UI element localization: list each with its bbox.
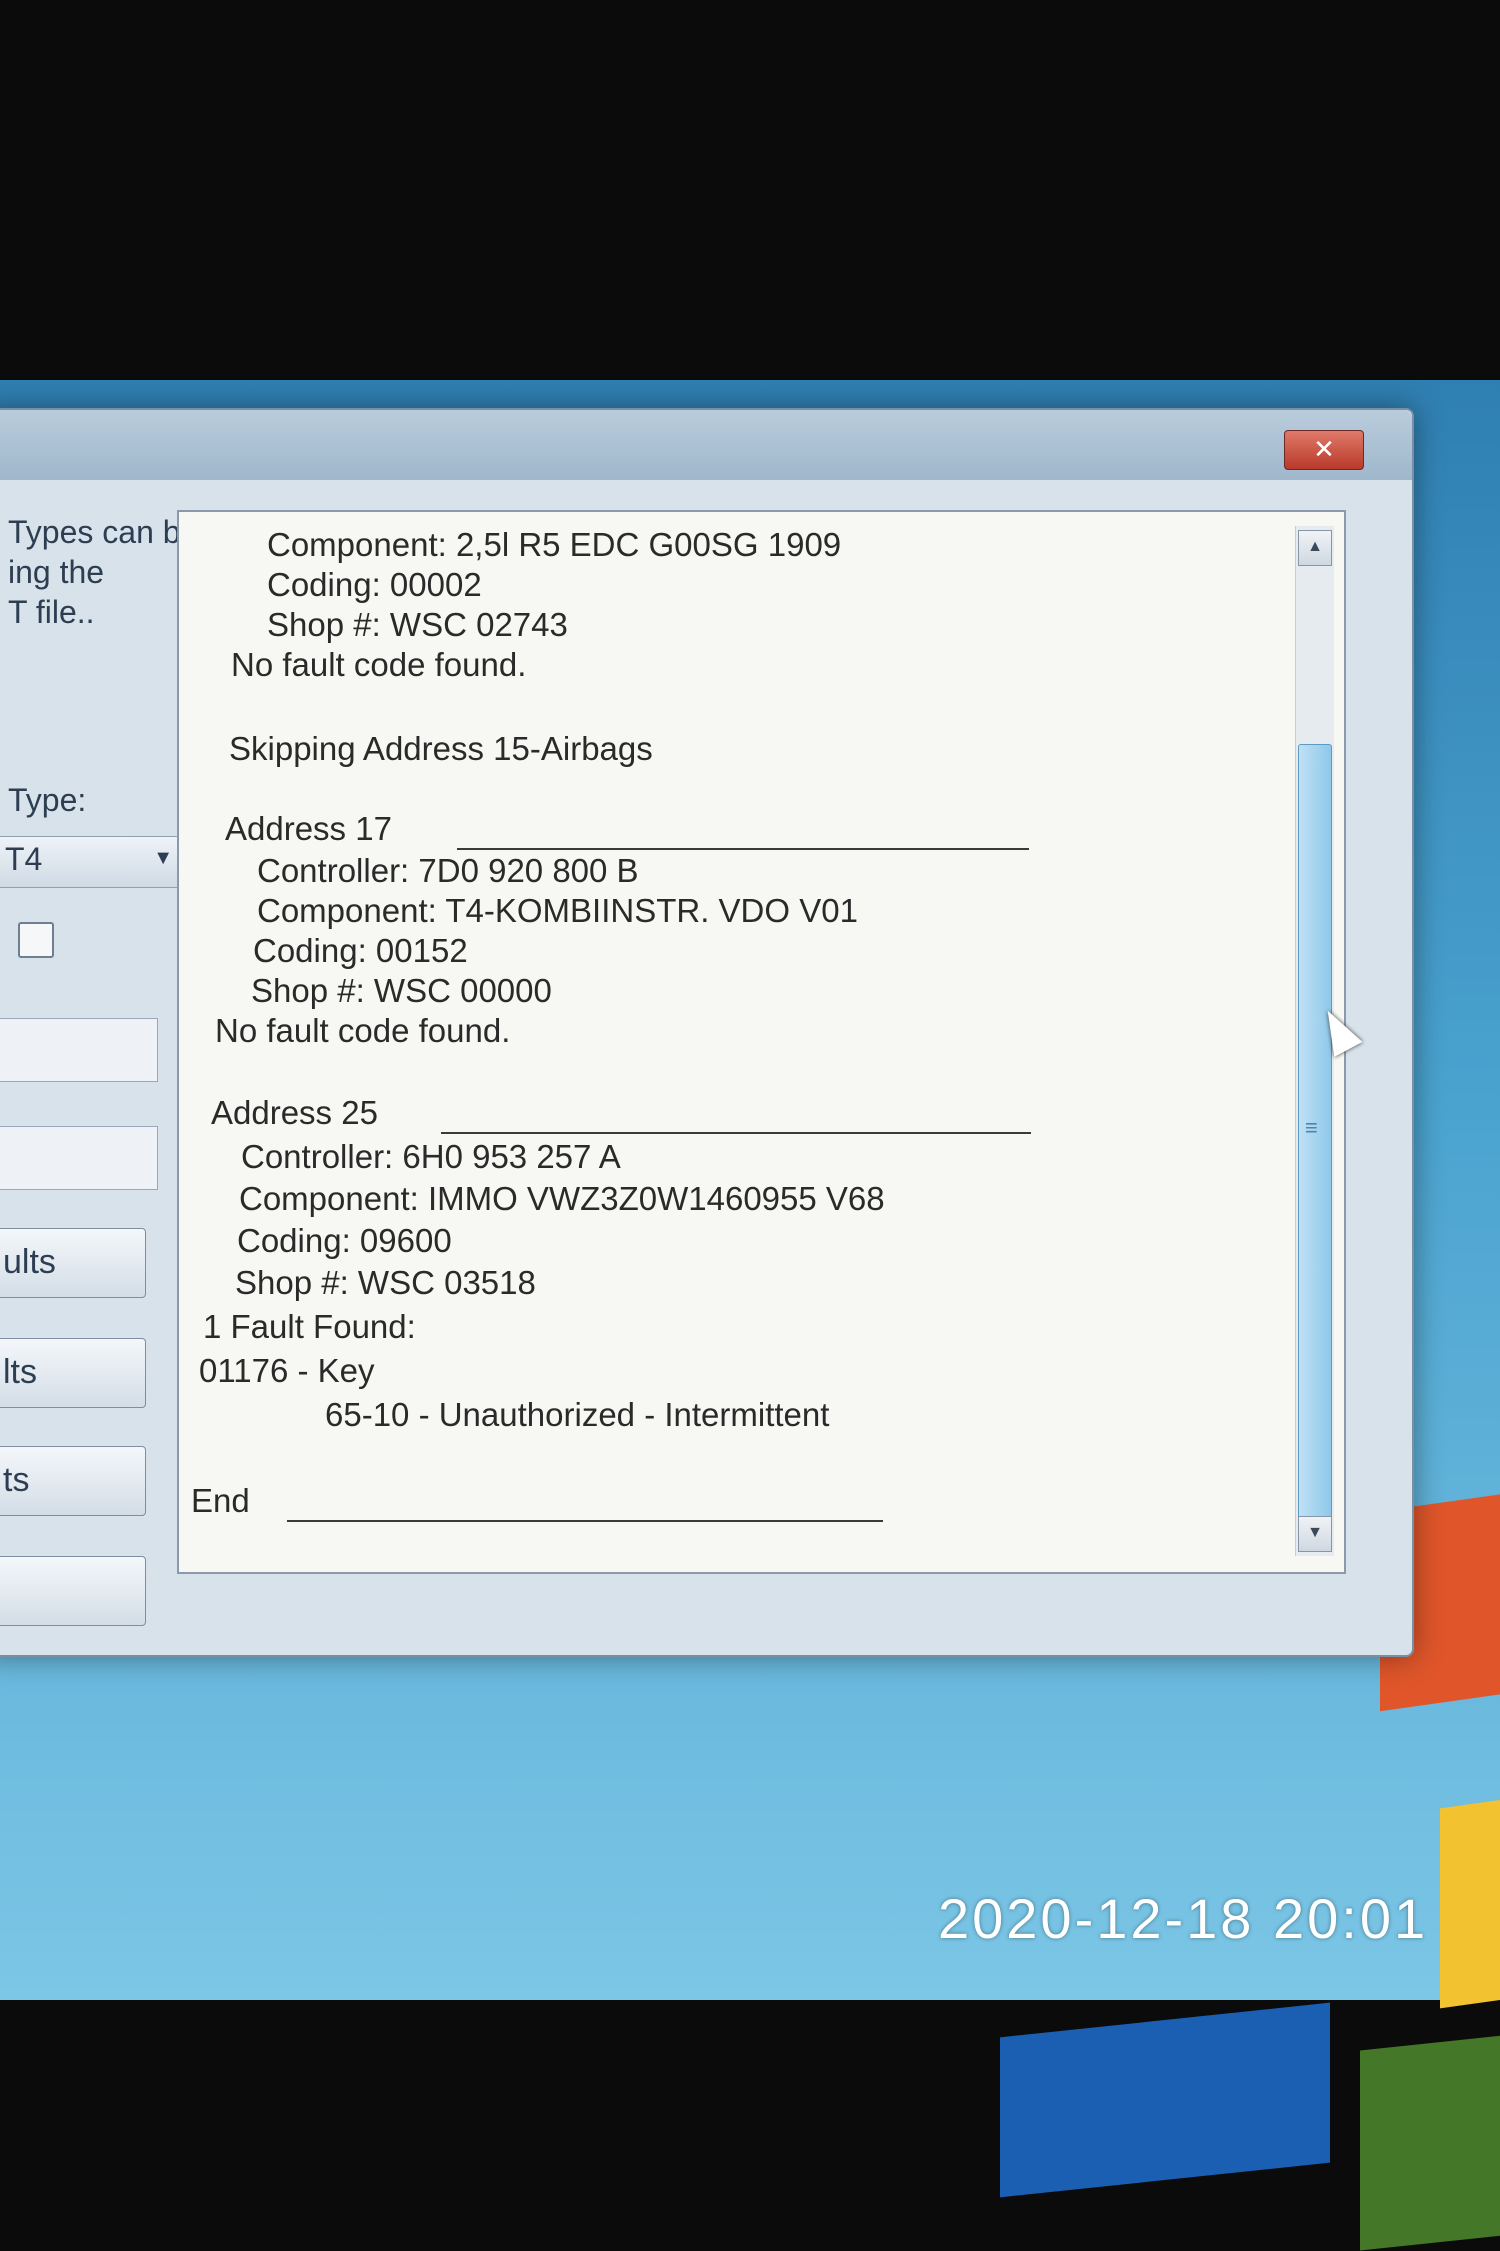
- scroll-grip-icon: ≡: [1305, 1115, 1318, 1140]
- log-line: Controller: 6H0 953 257 A: [241, 1138, 621, 1175]
- section-rule: [441, 1132, 1031, 1134]
- text-input-1[interactable]: [0, 1018, 158, 1082]
- log-line: Shop #: WSC 00000: [251, 972, 552, 1009]
- results-button-label: ts: [3, 1461, 30, 1499]
- log-line: Component: T4-KOMBIINSTR. VDO V01: [257, 892, 858, 929]
- type-select[interactable]: T4 ▼: [0, 836, 186, 888]
- description-line-3: T file..: [8, 594, 95, 630]
- scroll-up-icon: ▲: [1307, 538, 1323, 555]
- windows-logo-yellow: [1440, 1791, 1500, 2009]
- type-label: Type:: [8, 782, 87, 818]
- faults-button-2-label: lts: [3, 1353, 37, 1391]
- log-line: No fault code found.: [231, 646, 527, 683]
- faults-button-1[interactable]: ults: [0, 1228, 146, 1298]
- log-line: Shop #: WSC 02743: [267, 606, 568, 643]
- log-line: End: [191, 1482, 250, 1519]
- left-options-panel: Types can be ing the T file.. Type: T4 ▼…: [0, 492, 198, 1652]
- scroll-up-button[interactable]: ▲: [1298, 530, 1332, 566]
- close-button[interactable]: ✕: [1284, 430, 1364, 470]
- log-line: Coding: 00002: [267, 566, 482, 603]
- log-line: 1 Fault Found:: [203, 1308, 416, 1345]
- log-line: 65-10 - Unauthorized - Intermittent: [325, 1396, 830, 1433]
- log-line: Shop #: WSC 03518: [235, 1264, 536, 1301]
- windows-logo-blue: [1000, 2002, 1330, 2198]
- description-line-1: Types can be: [8, 514, 199, 550]
- photo-timestamp: 2020-12-18 20:01: [938, 1887, 1429, 1950]
- text-input-2[interactable]: [0, 1126, 158, 1190]
- faults-button-1-label: ults: [3, 1243, 56, 1281]
- faults-button-2[interactable]: lts: [0, 1338, 146, 1408]
- scan-log-content: Component: 2,5l R5 EDC G00SG 1909 Coding…: [179, 512, 1289, 1562]
- scan-log-textarea[interactable]: Component: 2,5l R5 EDC G00SG 1909 Coding…: [177, 510, 1346, 1574]
- windows-logo-green: [1360, 2029, 1500, 2251]
- log-line: Address 17: [225, 810, 392, 847]
- end-rule: [287, 1520, 883, 1522]
- scroll-down-icon: ▼: [1307, 1524, 1323, 1541]
- close-icon: ✕: [1313, 434, 1335, 464]
- dropdown-arrow-icon: ▼: [153, 847, 173, 869]
- section-rule: [457, 848, 1029, 850]
- log-line: Address 25: [211, 1094, 378, 1131]
- option-checkbox[interactable]: [18, 922, 54, 958]
- log-line: Controller: 7D0 920 800 B: [257, 852, 639, 889]
- window-titlebar[interactable]: ✕: [0, 410, 1412, 480]
- log-line: Coding: 00152: [253, 932, 468, 969]
- scroll-thumb[interactable]: ≡: [1298, 744, 1332, 1546]
- log-line: Coding: 09600: [237, 1222, 452, 1259]
- log-line: No fault code found.: [215, 1012, 511, 1049]
- diagnostic-window: ✕ Types can be ing the T file.. Type: T4…: [0, 408, 1414, 1657]
- log-line: Skipping Address 15-Airbags: [229, 730, 653, 767]
- extra-button[interactable]: [0, 1556, 146, 1626]
- description-line-2: ing the: [8, 554, 105, 590]
- type-select-value: T4: [5, 841, 43, 877]
- scroll-down-button[interactable]: ▼: [1298, 1516, 1332, 1552]
- log-line: Component: IMMO VWZ3Z0W1460955 V68: [239, 1180, 885, 1217]
- log-line: Component: 2,5l R5 EDC G00SG 1909: [267, 526, 842, 563]
- results-button[interactable]: ts: [0, 1446, 146, 1516]
- log-line: 01176 - Key: [199, 1352, 375, 1389]
